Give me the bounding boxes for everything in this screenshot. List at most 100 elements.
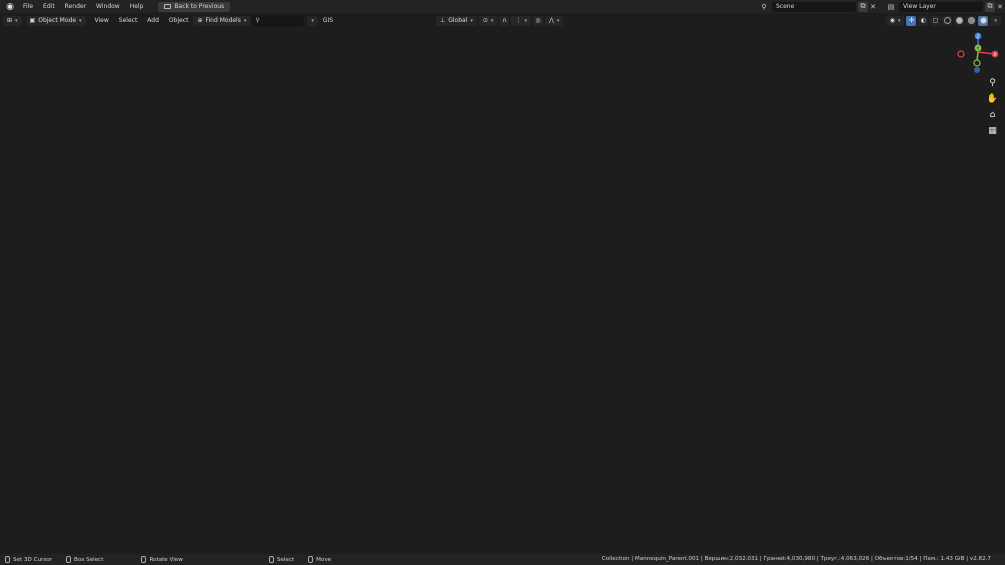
overlays-toggle[interactable]: ◐	[918, 15, 929, 26]
top-right-controls: ⚲ Scene ⧉ ✕ ▤ View Layer ⧉ ✕	[759, 0, 1005, 13]
gizmo-x-label: X	[993, 52, 996, 58]
perspective-grid-icon[interactable]: ▦	[986, 124, 999, 137]
shading-wireframe-button[interactable]	[942, 15, 953, 26]
chevron-down-icon: ▾	[15, 17, 18, 24]
menu-edit[interactable]: Edit	[38, 0, 60, 13]
new-view-layer-icon[interactable]: ⧉	[985, 1, 995, 12]
menu-add[interactable]: Add	[142, 14, 164, 27]
find-models-dropdown[interactable]: ⊕ Find Models ▾	[193, 15, 251, 26]
scene-icon[interactable]: ⚲	[759, 2, 769, 12]
chevron-down-icon: ▾	[79, 17, 82, 24]
menu-render[interactable]: Render	[60, 0, 91, 13]
blender-logo-icon[interactable]: ◉	[4, 1, 16, 13]
object-mode-dropdown[interactable]: ▣ Object Mode ▾	[25, 15, 86, 26]
proportional-icon: ◎	[535, 17, 541, 24]
xray-icon: ▢	[932, 17, 939, 24]
shading-solid-button[interactable]	[954, 15, 965, 26]
back-to-previous-label: Back to Previous	[174, 3, 225, 10]
chevron-down-icon: ▾	[524, 17, 527, 24]
menu-help[interactable]: Help	[125, 0, 149, 13]
orientation-dropdown[interactable]: ⊥ Global ▾	[436, 15, 477, 26]
editor-type-button[interactable]: ⊞ ▾	[3, 15, 22, 26]
wireframe-sphere-icon	[943, 17, 951, 24]
pivot-point-dropdown[interactable]: ⊙ ▾	[478, 15, 498, 26]
menu-window[interactable]: Window	[91, 0, 125, 13]
gizmo-z-label: Z	[976, 34, 979, 40]
chevron-down-icon: ▾	[556, 17, 560, 24]
gizmo-neg-y-axis[interactable]	[973, 59, 981, 67]
status-rotate-view: Rotate View	[141, 556, 183, 563]
chevron-down-icon: ▾	[470, 17, 473, 24]
status-move: Move	[308, 556, 331, 563]
material-sphere-icon	[967, 17, 975, 24]
remove-scene-icon[interactable]: ✕	[868, 2, 878, 12]
globe-icon: ⊕	[197, 17, 203, 24]
move-label: Move	[316, 556, 332, 563]
magnet-icon: ∩	[502, 17, 507, 24]
menu-select[interactable]: Select	[114, 14, 143, 27]
3d-viewport[interactable]	[0, 14, 1005, 554]
visibility-dropdown[interactable]: ◉ ▾	[885, 15, 905, 26]
falloff-icon: ⋀	[548, 17, 554, 24]
viewport-header: ⊞ ▾ ▣ Object Mode ▾ View Select Add Objec…	[0, 14, 1005, 27]
overlays-icon: ◐	[920, 17, 927, 24]
select-label: Select	[276, 556, 295, 563]
object-mode-label: Object Mode	[38, 17, 77, 24]
view-layer-field[interactable]: View Layer	[899, 1, 983, 12]
camera-icon[interactable]: ⌂	[986, 108, 999, 121]
find-models-label: Find Models	[205, 17, 241, 24]
scene-statistics: Collection | Mannequin_Parent.001 | Верш…	[601, 556, 991, 562]
gizmo-neg-x-axis[interactable]	[957, 50, 965, 58]
chevron-down-icon: ▾	[490, 17, 494, 24]
status-select: Select	[268, 556, 295, 563]
chevron-down-icon: ▾	[994, 17, 997, 24]
shading-options-dropdown[interactable]: ▾	[990, 15, 1001, 26]
menu-gis[interactable]: GIS	[318, 14, 338, 27]
eye-icon: ◉	[889, 17, 895, 24]
status-box-select: Box Select	[66, 556, 103, 563]
orientation-label: Global	[448, 17, 468, 24]
object-mode-icon: ▣	[29, 17, 36, 24]
top-menu-bar: ◉ File Edit Render Window Help Back to P…	[0, 0, 1005, 13]
remove-view-layer-icon[interactable]: ✕	[995, 2, 1005, 12]
zoom-icon[interactable]: ⚲	[986, 76, 999, 89]
back-to-previous-button[interactable]: Back to Previous	[158, 1, 231, 12]
chevron-down-icon: ▾	[243, 17, 247, 24]
view-layer-icon[interactable]: ▤	[886, 2, 896, 12]
proportional-edit-toggle[interactable]: ◎	[532, 15, 543, 26]
gizmo-toggle[interactable]: ✣	[906, 15, 917, 26]
scene-label: Scene	[776, 3, 795, 10]
search-icon: ⚲	[255, 17, 260, 24]
chevron-down-icon: ▾	[311, 17, 314, 24]
status-set-3d-cursor: Set 3D Cursor	[5, 556, 52, 563]
mouse-middle-icon	[141, 556, 147, 563]
menu-file[interactable]: File	[18, 0, 38, 13]
gis-dropdown-button[interactable]: ▾	[307, 15, 318, 26]
pivot-icon: ⊙	[482, 17, 488, 24]
shading-material-button[interactable]	[966, 15, 977, 26]
set-3d-cursor-label: Set 3D Cursor	[13, 556, 52, 563]
menu-view[interactable]: View	[90, 14, 114, 27]
rotate-view-label: Rotate View	[149, 556, 183, 563]
snap-target-dropdown[interactable]: ⋮ ▾	[511, 15, 531, 26]
box-select-label: Box Select	[74, 556, 104, 563]
snap-toggle[interactable]: ∩	[499, 15, 510, 26]
orientation-icon: ⊥	[440, 17, 446, 24]
mouse-drag-icon	[66, 556, 71, 563]
gizmo-neg-z-axis[interactable]	[974, 67, 980, 73]
status-bar: Set 3D Cursor Box Select Rotate View Sel…	[0, 554, 1005, 565]
xray-toggle[interactable]: ▢	[930, 15, 941, 26]
gizmo-icon: ✣	[908, 17, 914, 24]
new-scene-icon[interactable]: ⧉	[858, 1, 868, 12]
mouse-right-icon	[268, 556, 274, 563]
solid-sphere-icon	[955, 17, 963, 24]
shading-rendered-button[interactable]	[978, 15, 989, 26]
scene-field[interactable]: Scene	[772, 1, 856, 12]
view-layer-label: View Layer	[903, 3, 936, 10]
falloff-dropdown[interactable]: ⋀ ▾	[544, 15, 564, 26]
pan-hand-icon[interactable]: ✋	[986, 92, 999, 105]
navigation-gizmo[interactable]: Z Y X	[953, 30, 1003, 76]
chevron-down-icon: ▾	[897, 17, 901, 24]
search-input[interactable]: ⚲	[252, 15, 305, 26]
menu-object[interactable]: Object	[164, 14, 194, 27]
